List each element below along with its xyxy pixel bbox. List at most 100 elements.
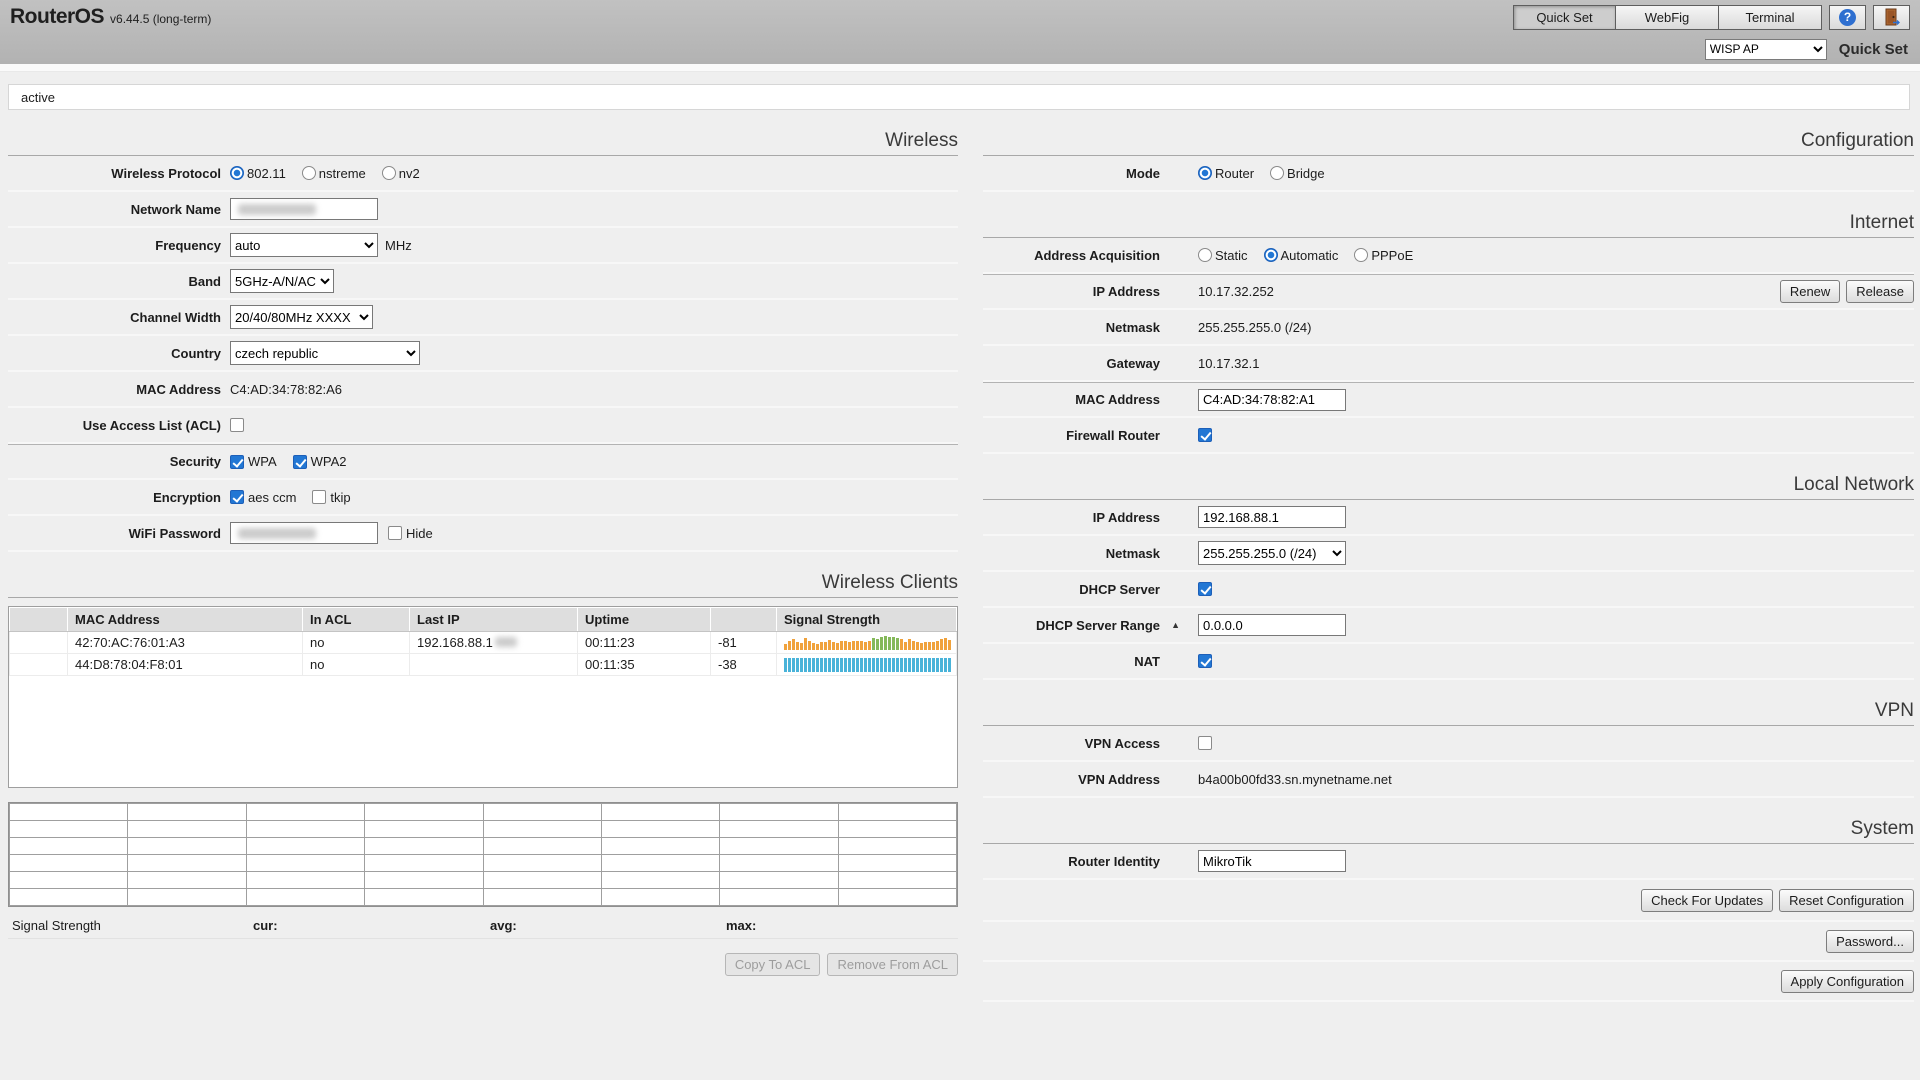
radio-icon: [1198, 248, 1212, 262]
brand-logo: RouterOS: [10, 5, 104, 29]
nat-label: NAT: [983, 654, 1198, 669]
row-selector[interactable]: [10, 654, 68, 676]
help-icon: ?: [1839, 9, 1856, 26]
wifi-password-row: WiFi Password Hide: [8, 516, 958, 552]
country-row: Country czech republic: [8, 336, 958, 372]
dhcp-server-checkbox[interactable]: [1198, 582, 1212, 596]
cur-label: cur:: [253, 918, 278, 933]
password-button[interactable]: Password...: [1826, 930, 1914, 953]
client-signal-bars: [777, 654, 957, 676]
dhcp-range-input[interactable]: [1198, 614, 1346, 636]
collapse-triangle-icon[interactable]: ▲: [1171, 620, 1180, 630]
client-in-acl: no: [303, 632, 410, 654]
acq-pppoe-label: PPPoE: [1371, 248, 1413, 263]
wan-netmask-value: 255.255.255.0 (/24): [1198, 320, 1311, 335]
mode-bridge-label: Bridge: [1287, 166, 1325, 181]
row-selector[interactable]: [10, 632, 68, 654]
router-identity-input[interactable]: [1198, 850, 1346, 872]
security-label: Security: [8, 454, 230, 469]
client-uptime: 00:11:35: [578, 654, 711, 676]
apply-configuration-button[interactable]: Apply Configuration: [1781, 970, 1914, 993]
firewall-router-checkbox[interactable]: [1198, 428, 1212, 442]
wireless-mac-label: MAC Address: [8, 382, 230, 397]
nat-row: NAT: [983, 644, 1914, 680]
protocol-nv2-radio[interactable]: nv2: [382, 166, 420, 181]
lan-netmask-select[interactable]: 255.255.255.0 (/24): [1198, 541, 1346, 565]
gateway-label: Gateway: [983, 356, 1198, 371]
client-mac: 42:70:AC:76:01:A3: [68, 632, 303, 654]
channel-width-row: Channel Width 20/40/80MHz XXXX: [8, 300, 958, 336]
lan-ip-input[interactable]: [1198, 506, 1346, 528]
router-identity-row: Router Identity: [983, 844, 1914, 880]
client-signal-value: -38: [711, 654, 777, 676]
redacted-value: [238, 528, 316, 539]
copy-to-acl-button[interactable]: Copy To ACL: [725, 953, 821, 976]
wan-ip-value: 10.17.32.252: [1198, 284, 1274, 299]
wan-mac-input[interactable]: [1198, 389, 1346, 411]
vpn-access-checkbox[interactable]: [1198, 736, 1212, 750]
client-mac: 44:D8:78:04:F8:01: [68, 654, 303, 676]
channel-width-label: Channel Width: [8, 310, 230, 325]
release-button[interactable]: Release: [1846, 280, 1914, 303]
top-bar: RouterOS v6.44.5 (long-term) Quick Set W…: [0, 0, 1920, 64]
channel-width-select[interactable]: 20/40/80MHz XXXX: [230, 305, 373, 329]
protocol-80211-radio[interactable]: 802.11: [230, 166, 286, 181]
remove-from-acl-button[interactable]: Remove From ACL: [827, 953, 958, 976]
protocol-nstreme-label: nstreme: [319, 166, 366, 181]
col-select: [10, 608, 68, 632]
col-in-acl[interactable]: In ACL: [303, 608, 410, 632]
band-select[interactable]: 5GHz-A/N/AC: [230, 269, 334, 293]
logout-button[interactable]: [1873, 5, 1910, 30]
vpn-address-label: VPN Address: [983, 772, 1198, 787]
max-label: max:: [726, 918, 756, 933]
mode-router-label: Router: [1215, 166, 1254, 181]
acq-automatic-radio[interactable]: Automatic: [1264, 248, 1339, 263]
acq-pppoe-radio[interactable]: PPPoE: [1354, 248, 1413, 263]
system-buttons-row-3: Apply Configuration: [983, 962, 1914, 1002]
client-row[interactable]: 44:D8:78:04:F8:01 no 00:11:35 -38: [10, 654, 957, 676]
col-mac-address[interactable]: MAC Address: [68, 608, 303, 632]
use-acl-checkbox[interactable]: [230, 418, 244, 432]
check-for-updates-button[interactable]: Check For Updates: [1641, 889, 1773, 912]
reset-configuration-button[interactable]: Reset Configuration: [1779, 889, 1914, 912]
client-row[interactable]: 42:70:AC:76:01:A3 no 192.168.88.1 00:11:…: [10, 632, 957, 654]
tkip-checkbox: [312, 490, 326, 504]
wireless-section-title: Wireless: [8, 120, 958, 156]
col-last-ip[interactable]: Last IP: [410, 608, 578, 632]
firewall-router-row: Firewall Router: [983, 418, 1914, 454]
encryption-aes-option[interactable]: aes ccm: [230, 490, 296, 505]
wireless-mac-value: C4:AD:34:78:82:A6: [230, 382, 342, 397]
signal-history-grid: [8, 802, 958, 907]
nav-terminal-button[interactable]: Terminal: [1719, 5, 1822, 30]
wpa2-label: WPA2: [311, 454, 347, 469]
col-signal-strength[interactable]: Signal Strength: [777, 608, 957, 632]
protocol-80211-label: 802.11: [247, 166, 286, 181]
nat-checkbox[interactable]: [1198, 654, 1212, 668]
acq-static-radio[interactable]: Static: [1198, 248, 1248, 263]
quickset-mode-select[interactable]: WISP AP: [1705, 39, 1827, 60]
wpa-checkbox: [230, 455, 244, 469]
security-wpa2-option[interactable]: WPA2: [293, 454, 347, 469]
protocol-nstreme-radio[interactable]: nstreme: [302, 166, 366, 181]
wifi-password-label: WiFi Password: [8, 526, 230, 541]
col-uptime[interactable]: Uptime: [578, 608, 711, 632]
mode-router-radio[interactable]: Router: [1198, 166, 1254, 181]
aes-ccm-label: aes ccm: [248, 490, 296, 505]
security-wpa-option[interactable]: WPA: [230, 454, 277, 469]
radio-icon: [1264, 248, 1278, 262]
top-nav: Quick Set WebFig Terminal ?: [1513, 5, 1910, 30]
dhcp-server-label: DHCP Server: [983, 582, 1198, 597]
nav-webfig-button[interactable]: WebFig: [1616, 5, 1719, 30]
logout-door-icon: [1884, 8, 1900, 26]
country-select[interactable]: czech republic: [230, 341, 420, 365]
nav-quick-set-button[interactable]: Quick Set: [1513, 5, 1616, 30]
frequency-select[interactable]: auto: [230, 233, 378, 257]
mode-bridge-radio[interactable]: Bridge: [1270, 166, 1325, 181]
help-button[interactable]: ?: [1829, 5, 1866, 30]
renew-button[interactable]: Renew: [1780, 280, 1840, 303]
status-text: active: [21, 90, 55, 105]
hide-password-option[interactable]: Hide: [388, 526, 433, 541]
dhcp-range-label: DHCP Server Range ▲: [983, 618, 1198, 633]
encryption-tkip-option[interactable]: tkip: [312, 490, 350, 505]
radio-icon: [1198, 166, 1212, 180]
